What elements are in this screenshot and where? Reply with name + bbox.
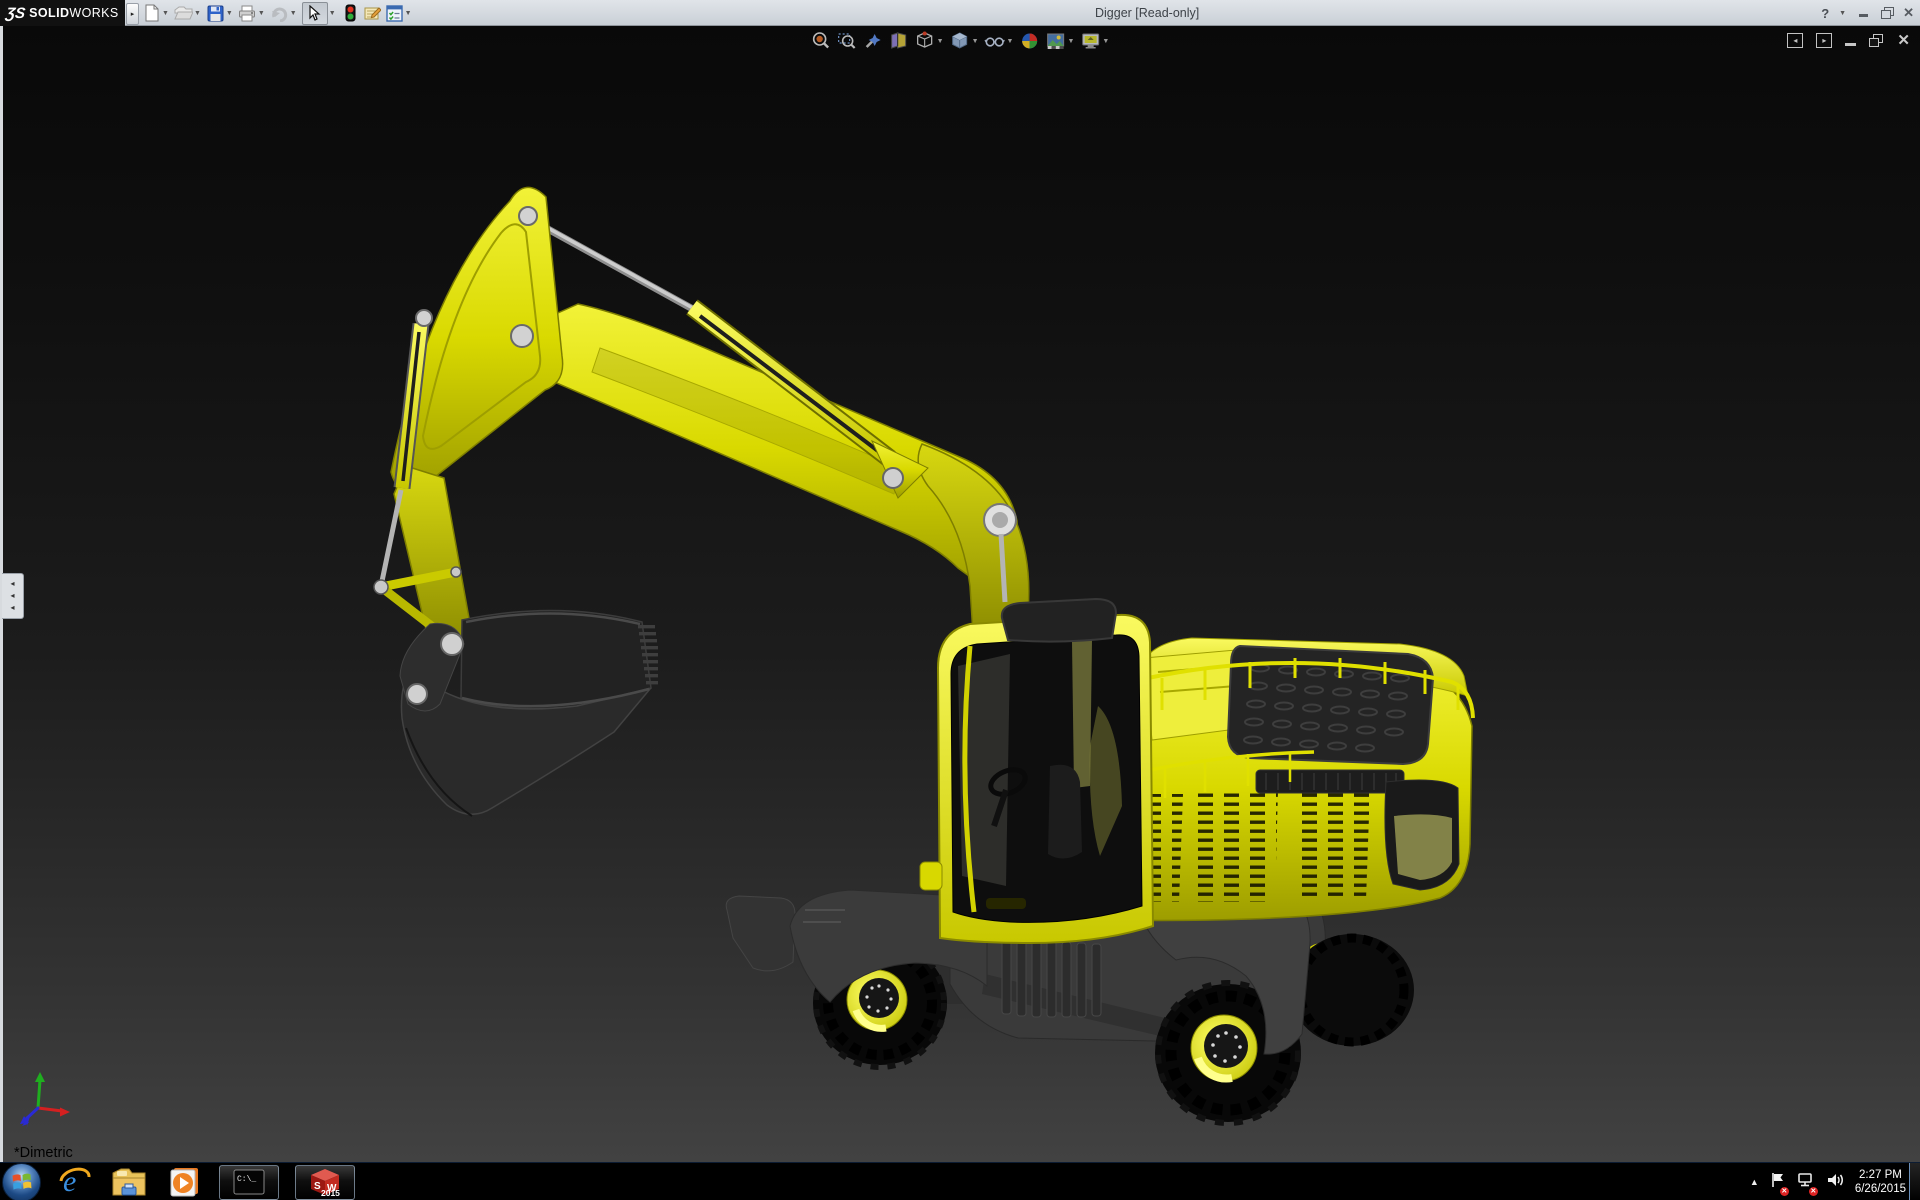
boom-assembly[interactable] xyxy=(374,187,1029,650)
note-pencil-icon xyxy=(363,4,382,23)
chevron-down-icon[interactable]: ▼ xyxy=(162,10,169,17)
media-player-icon xyxy=(166,1165,200,1199)
window-title: Digger [Read-only] xyxy=(1095,0,1199,26)
title-bar: ƷS SOLIDWORKS ▸ ▼ ▼ ▼ xyxy=(0,0,1920,26)
solidworks-logo-icon: ƷS xyxy=(5,5,27,22)
taskbar: e xyxy=(0,1162,1920,1200)
windows-logo-icon xyxy=(11,1171,33,1193)
minimize-button[interactable] xyxy=(1857,7,1871,19)
tray-clock[interactable]: 2:27 PM 6/26/2015 xyxy=(1855,1168,1906,1196)
orientation-triad xyxy=(20,1072,70,1130)
volume-button[interactable] xyxy=(1826,1172,1844,1193)
chevron-down-icon[interactable]: ▼ xyxy=(1839,10,1846,17)
internet-explorer-icon: e xyxy=(58,1165,92,1199)
svg-text:2015: 2015 xyxy=(321,1188,340,1197)
main-toolbar: ▼ ▼ ▼ ▼ ▼ xyxy=(142,0,414,26)
printer-icon xyxy=(238,4,257,23)
options-checklist-icon xyxy=(385,4,404,23)
action-center-button[interactable]: ✕ xyxy=(1770,1172,1786,1193)
svg-text:S: S xyxy=(314,1181,321,1192)
network-button[interactable]: ✕ xyxy=(1797,1172,1815,1193)
taskbar-items: e xyxy=(2,1163,355,1200)
media-player-button[interactable] xyxy=(163,1165,203,1199)
undo-arrow-icon xyxy=(270,4,289,23)
show-desktop-button[interactable] xyxy=(1909,1163,1920,1200)
open-button[interactable]: ▼ xyxy=(174,4,203,23)
select-tool-button[interactable]: ▼ xyxy=(302,2,338,25)
undo-button[interactable]: ▼ xyxy=(270,4,299,23)
solidworks-2015-icon: S W 2015 xyxy=(307,1167,343,1197)
select-arrow-icon xyxy=(302,2,328,25)
svg-text:C:\_: C:\_ xyxy=(237,1175,256,1184)
help-button[interactable]: ? xyxy=(1821,6,1829,21)
solidworks-logo-text: SOLIDWORKS xyxy=(29,6,118,20)
print-button[interactable]: ▼ xyxy=(238,4,267,23)
solidworks-2015-button[interactable]: S W 2015 xyxy=(295,1165,355,1200)
chevron-down-icon[interactable]: ▼ xyxy=(226,10,233,17)
solidworks-logo: ƷS SOLIDWORKS xyxy=(0,0,125,26)
options-button[interactable]: ▼ xyxy=(385,4,414,23)
start-button[interactable] xyxy=(2,1163,41,1200)
network-icon xyxy=(1797,1172,1815,1188)
chevron-down-icon[interactable]: ▼ xyxy=(405,10,412,17)
design-binder-button[interactable] xyxy=(363,4,382,23)
new-document-icon xyxy=(142,4,161,23)
save-button[interactable]: ▼ xyxy=(206,4,235,23)
graphics-viewport[interactable]: ▼ ▼ ▼ ▼ ▼ ◂ ▸ xyxy=(0,26,1920,1162)
chassis-slats xyxy=(1002,936,1101,1017)
view-orientation-label: *Dimetric xyxy=(14,1145,73,1162)
save-floppy-icon xyxy=(206,4,225,23)
tray-expand-button[interactable]: ▲ xyxy=(1750,1177,1759,1187)
restore-button[interactable] xyxy=(1880,7,1894,19)
chevron-down-icon[interactable]: ▼ xyxy=(329,10,336,17)
chevron-down-icon[interactable]: ▼ xyxy=(258,10,265,17)
bucket[interactable] xyxy=(400,610,658,816)
error-badge-icon: ✕ xyxy=(1809,1187,1818,1196)
cab[interactable] xyxy=(920,599,1153,943)
folder-icon xyxy=(111,1167,147,1197)
titlebar-controls: ? ▼ ✕ xyxy=(1821,0,1914,26)
command-prompt-button[interactable]: C:\_ xyxy=(219,1165,279,1200)
error-badge-icon: ✕ xyxy=(1780,1187,1789,1196)
menu-expand-button[interactable]: ▸ xyxy=(126,3,139,25)
digger-3d-model[interactable] xyxy=(0,26,1920,1162)
chevron-down-icon[interactable]: ▼ xyxy=(194,10,201,17)
screen: ƷS SOLIDWORKS ▸ ▼ ▼ ▼ xyxy=(0,0,1920,1200)
command-prompt-icon: C:\_ xyxy=(233,1169,265,1195)
traffic-light-icon xyxy=(341,4,360,23)
clock-time: 2:27 PM xyxy=(1859,1168,1902,1182)
system-tray: ▲ ✕ ✕ xyxy=(1750,1163,1906,1200)
new-document-button[interactable]: ▼ xyxy=(142,4,171,23)
clock-date: 6/26/2015 xyxy=(1855,1182,1906,1196)
action-center-flag-icon xyxy=(1770,1172,1786,1188)
windows-explorer-button[interactable] xyxy=(109,1165,149,1199)
open-folder-icon xyxy=(174,4,193,23)
rebuild-button[interactable] xyxy=(341,4,360,23)
close-button[interactable]: ✕ xyxy=(1903,7,1914,19)
internet-explorer-button[interactable]: e xyxy=(55,1165,95,1199)
chevron-down-icon[interactable]: ▼ xyxy=(290,10,297,17)
speaker-icon xyxy=(1826,1172,1844,1188)
